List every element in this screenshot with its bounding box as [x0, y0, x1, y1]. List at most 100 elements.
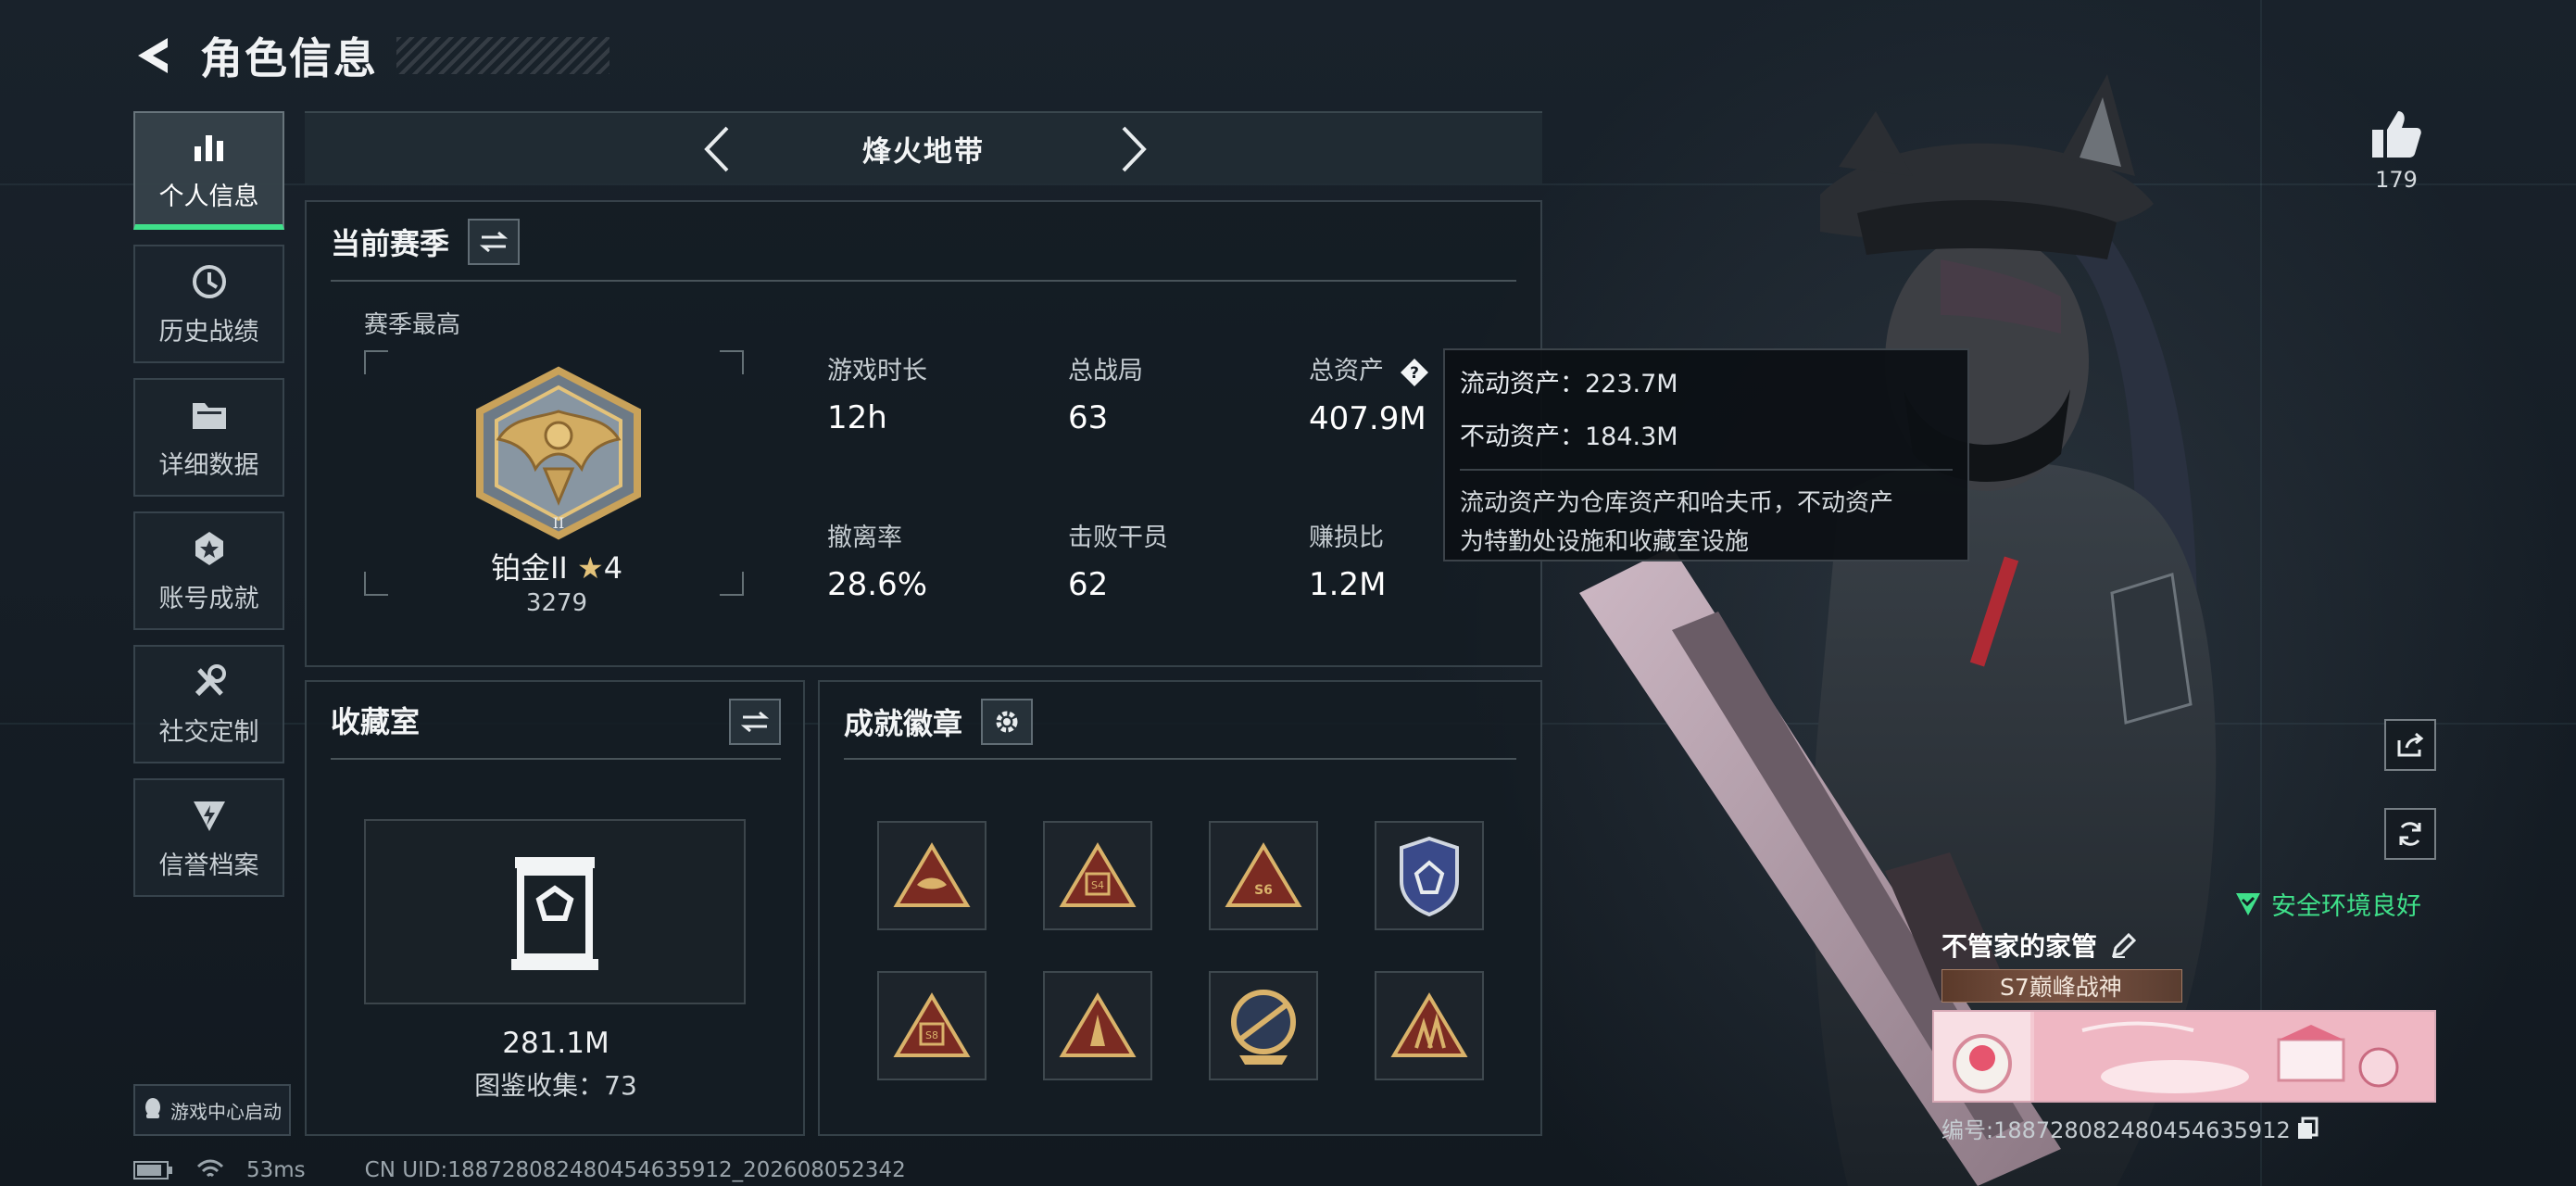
- stat-value: 63: [1068, 399, 1109, 436]
- badge-emblem[interactable]: [1209, 971, 1318, 1080]
- mode-next-button[interactable]: [1111, 126, 1157, 172]
- back-button[interactable]: [130, 32, 176, 79]
- season-panel-header: 当前赛季: [331, 219, 521, 265]
- stat-label: 游戏时长: [827, 357, 927, 385]
- season-panel: 当前赛季 赛季最高 II 铂金II ★4 3279 游戏时长 12h 总战局 6…: [305, 200, 1542, 667]
- sidebar-item-personal-info[interactable]: 个人信息: [133, 111, 284, 230]
- shield-check-icon: [2236, 892, 2260, 915]
- rank-emblem-icon: II: [476, 366, 641, 540]
- sidebar-item-label: 账号成就: [158, 584, 259, 613]
- tooltip-desc-line: 流动资产为仓库资产和哈夫币，不动资产: [1460, 489, 1894, 517]
- rank-stars: 4: [603, 550, 623, 586]
- season-switch-button[interactable]: [468, 219, 521, 265]
- wifi-icon: [196, 1159, 224, 1178]
- badge-s4[interactable]: S4: [1043, 821, 1152, 930]
- sidebar-item-label: 历史战绩: [158, 317, 259, 347]
- sidebar: 个人信息 历史战绩 详细数据 账号成就 社交定制 信誉档案: [133, 111, 284, 912]
- battery-icon: [133, 1161, 172, 1180]
- tooltip-desc-line: 为特勤处设施和收藏室设施: [1460, 528, 1750, 556]
- badge-s6[interactable]: S6: [1209, 821, 1318, 930]
- player-id-line: 编号:18872808248045463​5912: [1941, 1112, 2318, 1144]
- badges-panel: 成就徽章 S4 S6 S8: [818, 680, 1542, 1136]
- cn-uid: CN UID:18872808248045463​5912_2026080523…: [364, 1158, 906, 1182]
- shield-bolt-icon: [189, 795, 230, 836]
- sidebar-item-label: 详细数据: [158, 450, 259, 480]
- name-card-art: [1934, 1012, 2434, 1101]
- tooltip-description: 流动资产为仓库资产和哈夫币，不动资产 为特勤处设施和收藏室设施: [1460, 484, 1953, 561]
- svg-text:II: II: [553, 514, 565, 532]
- security-status-label: 安全环境良好: [2271, 892, 2421, 921]
- badge-s5[interactable]: [877, 821, 986, 930]
- stat-operators-defeated: 击败干员 62: [1068, 517, 1168, 603]
- stat-total-assets: 总资产 ? 407.9M: [1309, 350, 1429, 437]
- swap-icon: [740, 711, 770, 733]
- chevron-left-icon: [704, 126, 729, 172]
- sidebar-item-social-custom[interactable]: 社交定制: [133, 645, 284, 763]
- stat-value: 12h: [827, 399, 887, 436]
- collection-panel-header: 收藏室: [331, 699, 420, 741]
- badge-label: S6: [1254, 883, 1273, 898]
- stat-value: 407.9M: [1309, 399, 1426, 437]
- sidebar-item-label: 个人信息: [158, 182, 259, 211]
- back-arrow-icon: [138, 38, 168, 73]
- refresh-button[interactable]: [2384, 808, 2436, 860]
- bar-chart-icon: [189, 126, 230, 167]
- thumbs-up-icon: [2372, 111, 2421, 158]
- rank-tier: 铂金II: [490, 550, 568, 586]
- rank-score: 3279: [525, 589, 588, 617]
- badge-squad[interactable]: [1375, 971, 1484, 1080]
- share-button[interactable]: [2384, 719, 2436, 771]
- badge-shield[interactable]: [1375, 821, 1484, 930]
- collection-switch-button[interactable]: [729, 699, 781, 745]
- collection-value: 281.1M: [502, 1027, 609, 1060]
- svg-text:?: ?: [1410, 364, 1419, 383]
- stat-label: 击败干员: [1068, 524, 1168, 552]
- collection-panel[interactable]: 收藏室 281.1M 图鉴收集：73: [305, 680, 805, 1136]
- sidebar-item-detail-data[interactable]: 详细数据: [133, 378, 284, 497]
- gear-icon: [996, 711, 1018, 733]
- sidebar-item-history[interactable]: 历史战绩: [133, 245, 284, 363]
- chevron-right-icon: [1122, 126, 1147, 172]
- sidebar-item-credit-record[interactable]: 信誉档案: [133, 778, 284, 897]
- edit-pencil-icon[interactable]: [2110, 931, 2138, 959]
- security-status: 安全环境良好: [2234, 886, 2421, 922]
- mode-selector: 烽火地带: [305, 111, 1542, 183]
- mode-prev-button[interactable]: [694, 126, 740, 172]
- collection-title: 收藏室: [331, 704, 421, 739]
- tooltip-fixed-assets: 不动资产：184.3M: [1460, 423, 1678, 451]
- title-decoration: [396, 37, 609, 74]
- stat-value: 28.6%: [827, 566, 928, 603]
- sidebar-item-achievements[interactable]: 账号成就: [133, 511, 284, 630]
- copy-icon[interactable]: [2296, 1117, 2318, 1141]
- qq-icon: [143, 1097, 163, 1124]
- mode-title: 烽火地带: [862, 134, 985, 169]
- player-name: 不管家的家管: [1941, 931, 2098, 962]
- collection-preview: [364, 819, 746, 1004]
- badge-label: S8: [925, 1029, 938, 1041]
- stat-profit-loss: 赚损比 1.2M: [1309, 517, 1386, 603]
- stat-label-text: 总资产: [1309, 357, 1384, 385]
- medal-icon: [189, 528, 230, 569]
- like-count: 179: [2375, 167, 2418, 193]
- badges-settings-button[interactable]: [981, 699, 1034, 745]
- folder-icon: [189, 395, 230, 435]
- collection-count: 图鉴收集：73: [474, 1070, 637, 1101]
- player-id: 编号:18872808248045463​5912: [1941, 1117, 2291, 1143]
- name-card[interactable]: [1932, 1010, 2436, 1103]
- help-icon[interactable]: ?: [1400, 358, 1429, 387]
- player-title-plate[interactable]: S7巅峰战神: [1941, 969, 2182, 1003]
- sidebar-item-label: 信誉档案: [158, 851, 259, 880]
- header: 角色信息: [130, 28, 609, 83]
- badge-s8[interactable]: S8: [877, 971, 986, 1080]
- game-center-button[interactable]: 游戏中心启动: [133, 1084, 291, 1136]
- season-best-label: 赛季最高: [364, 311, 461, 339]
- refresh-icon: [2399, 822, 2421, 846]
- badge-tower[interactable]: [1043, 971, 1152, 1080]
- assets-tooltip: 流动资产：223.7M 不动资产：184.3M 流动资产为仓库资产和哈夫币，不动…: [1443, 348, 1969, 561]
- tooltip-liquid-assets: 流动资产：223.7M: [1460, 370, 1678, 398]
- badge-label: S4: [1091, 879, 1104, 891]
- player-title-text: S7巅峰战神: [2000, 974, 2122, 1001]
- stat-label: 总资产 ?: [1309, 350, 1429, 387]
- vault-icon: [511, 857, 598, 970]
- like-button[interactable]: 179: [2364, 109, 2429, 193]
